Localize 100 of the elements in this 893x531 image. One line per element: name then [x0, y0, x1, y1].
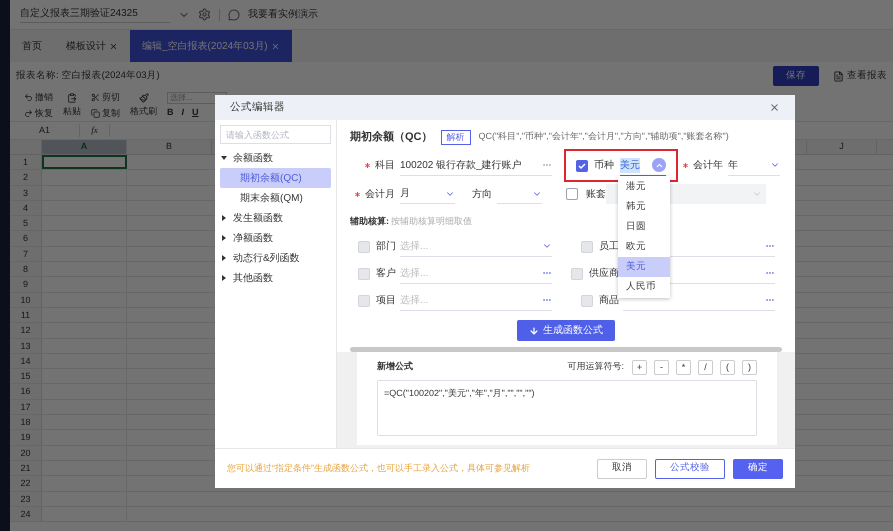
- tree-group[interactable]: 动态行&列函数: [220, 248, 331, 268]
- operator-button[interactable]: +: [632, 360, 647, 374]
- row-number: 14: [10, 354, 42, 368]
- undo-icon[interactable]: [24, 93, 33, 102]
- row-number: 5: [10, 216, 42, 230]
- copy-icon[interactable]: [91, 108, 100, 118]
- row-number: 23: [10, 492, 42, 506]
- tree-group[interactable]: 发生额函数: [220, 208, 331, 228]
- bold-button[interactable]: B: [167, 106, 174, 120]
- paste-button[interactable]: 粘贴: [63, 92, 81, 118]
- dropdown-option[interactable]: 美元: [618, 257, 670, 277]
- dropdown-option[interactable]: 日圆: [618, 217, 670, 237]
- demo-link[interactable]: 我要看实例演示: [248, 7, 318, 22]
- column-header: A: [42, 140, 127, 154]
- year-select[interactable]: 年: [728, 156, 780, 176]
- tab[interactable]: 首页: [10, 30, 54, 62]
- tree-group[interactable]: 余额函数: [220, 148, 331, 168]
- parse-button[interactable]: 解析: [440, 130, 470, 144]
- field-label: 客户: [376, 266, 396, 281]
- document-icon[interactable]: [833, 70, 844, 82]
- row-number: 12: [10, 323, 42, 338]
- row-number: 18: [10, 415, 42, 430]
- formula-field[interactable]: =QC("100202","美元","年","月","","",""): [377, 380, 757, 436]
- redo-button[interactable]: 恢复: [24, 106, 53, 120]
- month-select[interactable]: 月: [400, 184, 455, 204]
- settings-icon[interactable]: [198, 8, 211, 21]
- field-label: 账套: [586, 188, 606, 202]
- tree-group[interactable]: 净额函数: [220, 228, 331, 248]
- close-icon[interactable]: [109, 42, 118, 50]
- tab[interactable]: 编辑_空白报表(2024年03月): [130, 30, 292, 62]
- copy-button[interactable]: 复制: [91, 106, 120, 120]
- operator-button[interactable]: *: [676, 360, 691, 374]
- close-icon[interactable]: [769, 102, 780, 113]
- cell-reference[interactable]: A1: [10, 124, 80, 138]
- format-painter-button[interactable]: 格式刷: [130, 92, 157, 118]
- row-number: 13: [10, 338, 42, 353]
- clipboard-icon[interactable]: [67, 92, 77, 103]
- checkbox[interactable]: [576, 160, 588, 172]
- scrollbar[interactable]: [350, 347, 782, 352]
- paintbrush-icon[interactable]: [138, 92, 148, 103]
- caret-right-icon[interactable]: [221, 255, 227, 261]
- dropdown-option[interactable]: 韩元: [618, 197, 670, 217]
- function-label: fx: [80, 124, 110, 138]
- undo-button[interactable]: 撤销: [24, 91, 53, 104]
- validate-button[interactable]: 公式校验: [655, 458, 725, 478]
- italic-button[interactable]: I: [182, 106, 184, 120]
- row-number: 1: [10, 155, 42, 170]
- row-number: 15: [10, 369, 42, 384]
- row-number: 8: [10, 262, 42, 276]
- row-number: 10: [10, 292, 42, 307]
- subject-field[interactable]: 100202 银行存款_建行账户: [400, 156, 552, 176]
- operators-label: 可用运算符号:: [567, 360, 624, 374]
- redo-icon[interactable]: [24, 108, 33, 118]
- operator-button[interactable]: -: [654, 360, 669, 374]
- confirm-button[interactable]: 确定: [733, 458, 783, 478]
- row-number: 24: [10, 506, 42, 522]
- cancel-button[interactable]: 取消: [597, 458, 647, 478]
- row-number: 11: [10, 308, 42, 322]
- function-signature: QC("科目","币种","会计年","会计月","方向","辅助项","账套名称"): [478, 130, 729, 144]
- field-label: 会计年: [693, 158, 723, 173]
- field-label: 币种: [594, 158, 614, 173]
- dropdown-option[interactable]: 欧元: [618, 237, 670, 257]
- row-number: 4: [10, 200, 42, 216]
- function-title: 期初余额（QC）: [350, 130, 432, 145]
- generate-formula-button[interactable]: 生成函数公式: [517, 320, 615, 341]
- underline-button[interactable]: U: [192, 106, 199, 120]
- field-label: 方向: [472, 188, 492, 202]
- tree-group[interactable]: 其他函数: [220, 268, 331, 288]
- operator-button[interactable]: (: [720, 360, 735, 374]
- dropdown-option[interactable]: 港元: [618, 177, 670, 197]
- currency-select[interactable]: 美元: [620, 156, 666, 176]
- selected-cell[interactable]: [42, 155, 127, 170]
- caret-right-icon[interactable]: [221, 275, 227, 281]
- field-label: 会计月: [365, 188, 395, 202]
- function-search-field[interactable]: 请输入函数公式: [220, 125, 331, 144]
- save-button[interactable]: 保存: [773, 66, 819, 86]
- field-label: 项目: [376, 294, 396, 308]
- dropdown-option[interactable]: 人民币: [618, 277, 670, 297]
- row-number: 16: [10, 384, 42, 399]
- column-header: J: [807, 140, 877, 154]
- view-report-link[interactable]: 查看报表: [847, 68, 887, 84]
- new-formula-title: 新增公式: [377, 360, 413, 374]
- operator-button[interactable]: ): [742, 360, 757, 374]
- cut-button[interactable]: 剪切: [91, 91, 120, 104]
- field-label: 部门: [376, 240, 396, 254]
- report-selector[interactable]: 自定义报表三期验证24325: [20, 6, 170, 23]
- tree-item[interactable]: 期初余额(QC): [220, 168, 331, 188]
- column-header: B: [127, 140, 212, 154]
- row-number: 9: [10, 277, 42, 292]
- row-number: 19: [10, 430, 42, 445]
- arrow-down-icon: [529, 326, 539, 336]
- operator-button[interactable]: /: [698, 360, 713, 374]
- tree-item[interactable]: 期末余额(QM): [220, 188, 331, 208]
- scissors-icon[interactable]: [91, 93, 100, 102]
- chevron-up-icon[interactable]: [652, 158, 666, 172]
- field-label: 员工: [599, 240, 619, 254]
- caret-right-icon[interactable]: [221, 235, 227, 241]
- close-icon[interactable]: [270, 42, 280, 50]
- caret-right-icon[interactable]: [221, 215, 227, 221]
- tab[interactable]: 模板设计: [54, 30, 130, 62]
